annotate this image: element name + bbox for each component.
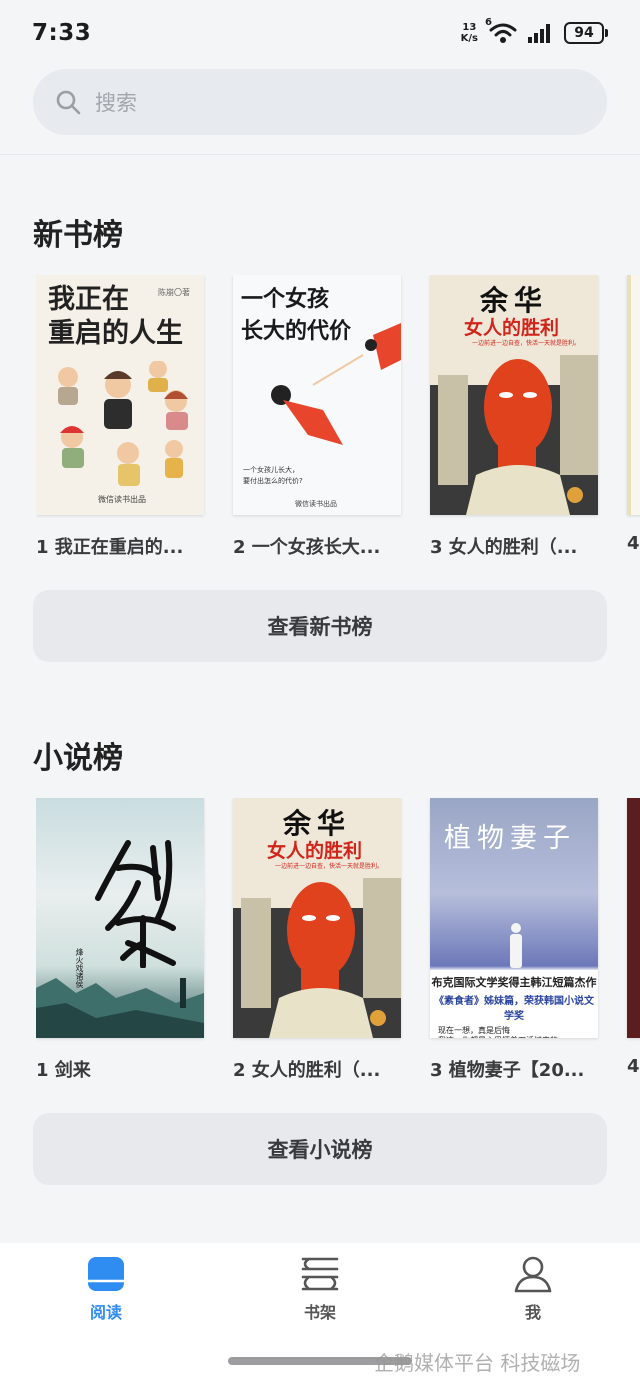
book-cover[interactable] <box>627 275 640 515</box>
cover-title: 女人的胜利 <box>464 317 560 339</box>
cover-line-1: 布克国际文学奖得主韩江短篇杰作 <box>431 976 597 989</box>
battery-icon: 94 <box>564 22 608 44</box>
cover-illustration <box>58 361 188 486</box>
book-cover[interactable]: 一个女孩 长大的代价 一个女孩儿长大， 要付出怎么的代价? 微信读书出品 <box>233 275 401 515</box>
section-title-novels: 小说榜 <box>33 741 123 776</box>
book-cover[interactable]: 植物妻子 布克国际文学奖得主韩江短篇杰作 《素食者》姊妹篇，荣获韩国小说文学奖 … <box>430 798 598 1038</box>
book-card[interactable]: 剑来 烽火戏诸侯 1 剑来 <box>36 798 204 1082</box>
cover-blurb: 布克国际文学奖得主韩江短篇杰作 《素食者》姊妹篇，荣获韩国小说文学奖 现在一想，… <box>430 970 598 1038</box>
book-cover[interactable]: 我正在 重启的人生 陈崩〇著 微信读书出品 <box>36 275 204 515</box>
network-speed-unit: K/s <box>460 33 478 44</box>
tab-label-read: 阅读 <box>89 1303 122 1322</box>
book-caption: 2 一个女孩长大... <box>233 537 381 558</box>
book-icon <box>88 1257 124 1291</box>
view-novels-button[interactable]: 查看小说榜 <box>33 1113 607 1185</box>
book-row-novels[interactable]: 剑来 烽火戏诸侯 1 剑来 余华 女人的胜利 一边前进一边自查，快活一天就是胜利… <box>36 798 640 1098</box>
book-caption: 1 剑来 <box>36 1060 91 1081</box>
book-cover[interactable]: 剑来 烽火戏诸侯 <box>36 798 204 1038</box>
book-card[interactable]: 4 <box>627 798 640 1077</box>
book-card[interactable]: 余华 女人的胜利 一边前进一边自查，快活一天就是胜利。 2 女人的胜利（... <box>233 798 401 1082</box>
cover-publisher: 微信读书出品 <box>98 495 146 504</box>
tab-read[interactable]: 阅读 <box>56 1255 156 1323</box>
watermark: 企鹅媒体平台 科技磁场 <box>374 1351 581 1375</box>
cover-line-2: 《素食者》姊妹篇，荣获韩国小说文学奖 <box>434 996 594 1022</box>
tab-label-me: 我 <box>524 1303 541 1322</box>
wifi-badge: 6 <box>485 17 492 28</box>
section-title-new-books: 新书榜 <box>33 218 123 253</box>
book-card[interactable]: 余华 女人的胜利 一边前进一边自查，快活一天就是胜利。 3 女人的胜利（... <box>430 275 598 559</box>
network-speed: 13 K/s <box>461 22 478 44</box>
cover-illustration <box>233 878 401 1038</box>
book-card[interactable]: 植物妻子 布克国际文学奖得主韩江短篇杰作 《素食者》姊妹篇，荣获韩国小说文学奖 … <box>430 798 598 1082</box>
cover-title: 植物妻子 <box>444 823 576 854</box>
book-card[interactable]: 一个女孩 长大的代价 一个女孩儿长大， 要付出怎么的代价? 微信读书出品 2 一… <box>233 275 401 559</box>
cover-figure <box>510 923 522 968</box>
status-bar: 7:33 13 K/s 6 94 <box>0 0 640 66</box>
book-card[interactable]: 我正在 重启的人生 陈崩〇著 微信读书出品 1 我正在重启的... <box>36 275 204 559</box>
battery-level: 94 <box>564 22 604 44</box>
book-caption: 4 <box>627 533 640 554</box>
book-caption: 3 女人的胜利（... <box>430 537 578 558</box>
cover-line-3: 现在一想，真是后悔 我这一生都是心里怀着刀活过来的 <box>438 1026 558 1038</box>
cover-illustration <box>271 323 401 445</box>
book-cover[interactable]: 余华 女人的胜利 一边前进一边自查，快活一天就是胜利。 <box>233 798 401 1038</box>
cover-publisher: 微信读书出品 <box>295 500 337 508</box>
person-icon <box>514 1256 552 1293</box>
book-caption: 3 植物妻子【20... <box>430 1060 585 1081</box>
header-divider <box>0 154 640 155</box>
cover-landscape <box>36 978 204 1038</box>
status-time: 7:33 <box>32 20 92 46</box>
network-speed-value: 13 <box>462 22 477 33</box>
book-card[interactable]: 4 <box>627 275 640 554</box>
cover-subtitle: 一个女孩儿长大， 要付出怎么的代价? <box>243 466 303 485</box>
book-caption: 1 我正在重启的... <box>36 537 184 558</box>
search-input[interactable]: 搜索 <box>33 69 607 135</box>
cover-illustration <box>430 355 598 515</box>
search-icon <box>56 90 81 115</box>
book-row-new-books[interactable]: 我正在 重启的人生 陈崩〇著 微信读书出品 1 我正在重启的... 一个女孩 长… <box>36 275 640 575</box>
view-new-books-button[interactable]: 查看新书榜 <box>33 590 607 662</box>
tab-label-bookshelf: 书架 <box>303 1303 336 1322</box>
book-cover[interactable]: 余华 女人的胜利 一边前进一边自查，快活一天就是胜利。 <box>430 275 598 515</box>
book-caption: 4 <box>627 1056 640 1077</box>
book-cover[interactable] <box>627 798 640 1038</box>
bookshelf-icon <box>301 1257 339 1291</box>
tab-me[interactable]: 我 <box>483 1255 583 1323</box>
cover-author: 陈崩〇著 <box>158 288 190 297</box>
signal-icon <box>528 24 550 43</box>
tab-bookshelf[interactable]: 书架 <box>270 1255 370 1323</box>
book-caption: 2 女人的胜利（... <box>233 1060 381 1081</box>
status-icons: 13 K/s 6 94 <box>461 17 608 44</box>
cover-title: 女人的胜利 <box>267 840 363 862</box>
search-placeholder: 搜索 <box>95 91 137 115</box>
wifi-icon: 6 <box>485 17 518 44</box>
